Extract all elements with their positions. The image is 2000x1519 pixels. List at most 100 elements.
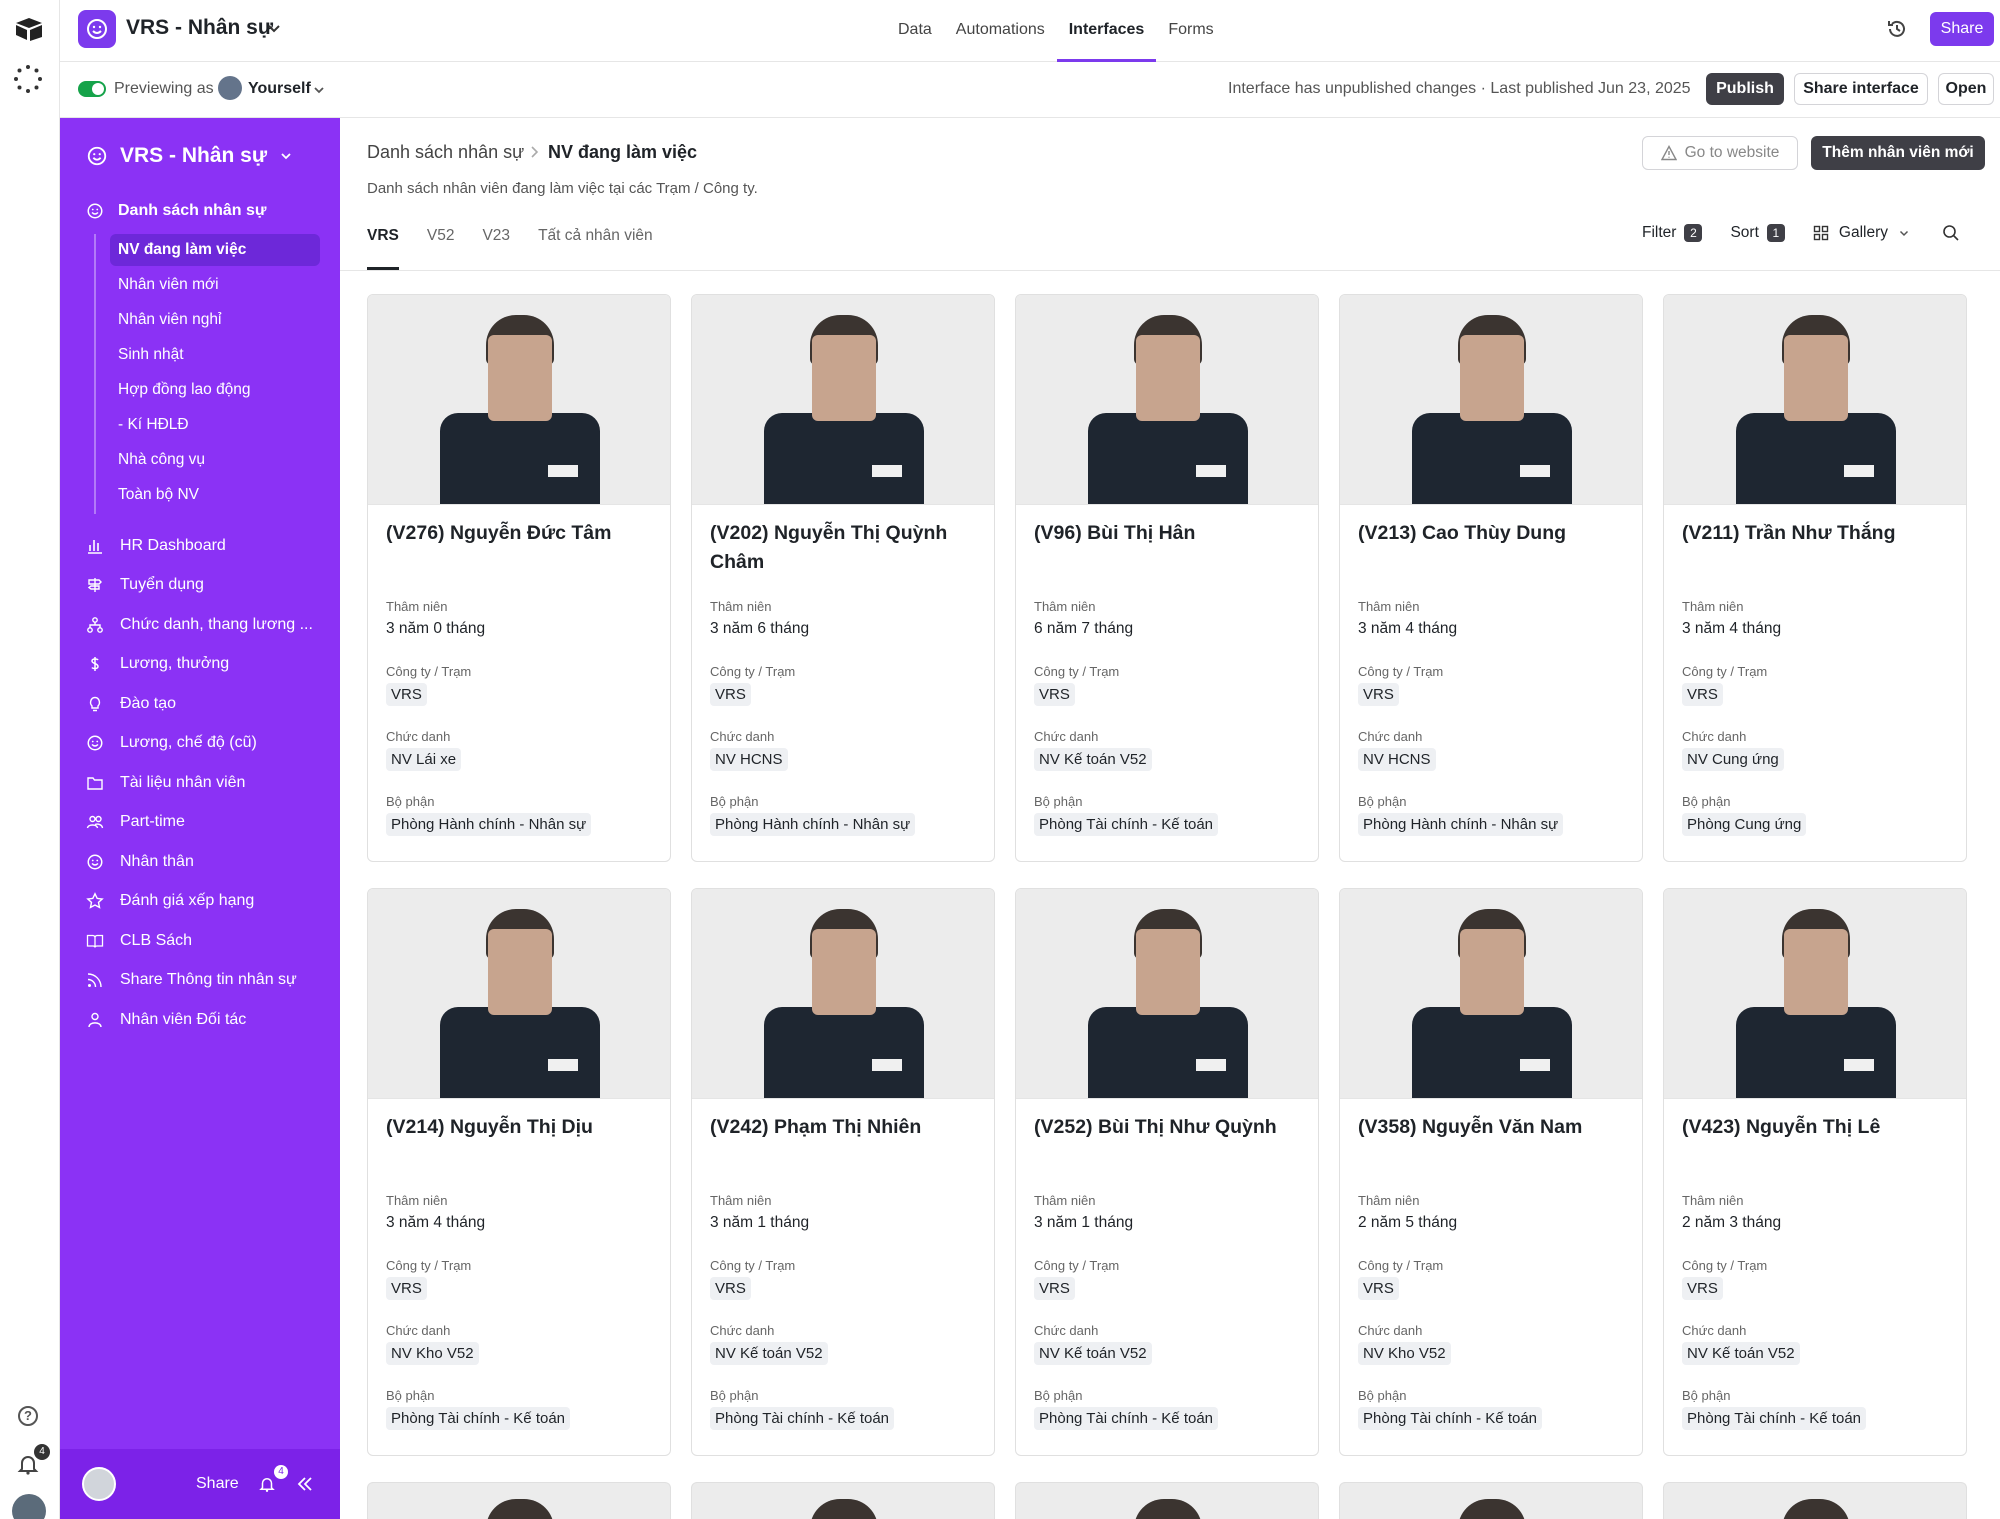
company-label: Công ty / Trạm [1682,1258,1768,1273]
employee-card[interactable]: (V211) Trần Như Thắng Thâm niên 3 năm 4 … [1663,294,1967,862]
sidebar-item-personal-info[interactable]: Nhân thân [86,842,326,882]
help-icon[interactable]: ? [18,1406,38,1426]
top-nav-tabs: Data Automations Interfaces Forms [886,0,1226,62]
employee-card-partial[interactable] [691,1482,995,1519]
filter-button[interactable]: Filter 2 [1642,224,1703,242]
tab-interfaces[interactable]: Interfaces [1056,0,1157,62]
airtable-logo-icon[interactable] [14,16,44,42]
employee-card-partial[interactable] [1663,1482,1967,1519]
sidebar-share-button[interactable]: Share [196,1475,239,1493]
employee-card[interactable]: (V213) Cao Thùy Dung Thâm niên 3 năm 4 t… [1339,294,1643,862]
tab-v23[interactable]: V23 [482,218,510,270]
employee-photo [1664,889,1966,1099]
employee-card-partial[interactable] [1015,1482,1319,1519]
previewing-as-label: Previewing as [114,80,214,97]
tab-all-employees[interactable]: Tất cả nhân viên [538,218,653,270]
share-interface-button[interactable]: Share interface [1794,73,1928,105]
seniority-value: 3 năm 1 tháng [710,1214,810,1231]
user-avatar[interactable] [82,1467,116,1501]
employee-card[interactable]: (V252) Bùi Thị Như Quỳnh Thâm niên 3 năm… [1015,888,1319,1456]
sidebar-item-employee-documents[interactable]: Tài liệu nhân viên [86,763,326,803]
sidebar-sub-new-employees[interactable]: Nhân viên mới [110,269,320,301]
open-button[interactable]: Open [1938,73,1994,105]
sidebar-item-partner-employees[interactable]: Nhân viên Đối tác [86,1000,326,1040]
sidebar-sub-all-employees[interactable]: Toàn bộ NV [110,479,320,511]
sidebar-sub-resigned[interactable]: Nhân viên nghỉ [110,304,320,336]
seniority-label: Thâm niên [1358,1193,1420,1208]
history-icon[interactable] [1886,18,1908,40]
tab-vrs[interactable]: VRS [367,218,399,270]
employee-name: (V213) Cao Thùy Dung [1358,522,1567,544]
employee-card[interactable]: (V214) Nguyễn Thị Dịu Thâm niên 3 năm 4 … [367,888,671,1456]
book-icon [86,934,104,948]
notification-count-badge: 4 [34,1444,50,1460]
tab-automations[interactable]: Automations [944,0,1057,62]
employee-card[interactable]: (V423) Nguyễn Thị Lê Thâm niên 2 năm 3 t… [1663,888,1967,1456]
tab-v52[interactable]: V52 [427,218,455,270]
company-label: Công ty / Trạm [386,664,472,679]
add-employee-button[interactable]: Thêm nhân viên mới [1811,136,1985,170]
sidebar-sub-sign-contract[interactable]: - Kí HĐLĐ [110,409,320,441]
sidebar-item-book-club[interactable]: CLB Sách [86,921,326,961]
department-tag: Phòng Tài chính - Kế toán [1682,1407,1867,1430]
notifications-bell-icon[interactable] [258,1475,276,1493]
chevron-down-icon[interactable] [279,149,293,163]
employee-card[interactable]: (V242) Phạm Thị Nhiên Thâm niên 3 năm 1 … [691,888,995,1456]
sidebar-item-hr-dashboard[interactable]: HR Dashboard [86,526,326,566]
chevron-down-icon[interactable] [266,20,282,36]
sidebar-sub-active-employees[interactable]: NV đang làm việc [110,234,320,266]
employee-card[interactable]: (V276) Nguyễn Đức Tâm Thâm niên 3 năm 0 … [367,294,671,862]
sidebar-sub-birthdays[interactable]: Sinh nhật [110,339,320,371]
sidebar-item-salary-bonus[interactable]: Lương, thưởng [86,645,326,685]
sidebar-item-part-time[interactable]: Part-time [86,803,326,843]
department-label: Bộ phận [710,1388,759,1403]
employee-card-partial[interactable] [367,1482,671,1519]
title-tag: NV Kế toán V52 [1682,1342,1800,1365]
sidebar-item-share-hr-info[interactable]: Share Thông tin nhân sự [86,961,326,1001]
employee-photo [1664,295,1966,505]
sidebar-header[interactable]: VRS - Nhân sự [86,144,293,168]
search-icon[interactable] [1942,224,1960,242]
app-icon[interactable] [78,10,116,48]
sidebar-item-old-salary-policy[interactable]: Lương, chế độ (cũ) [86,724,326,764]
employee-name: (V214) Nguyễn Thị Dịu [386,1116,593,1138]
seniority-label: Thâm niên [386,1193,448,1208]
seniority-value: 2 năm 3 tháng [1682,1214,1782,1231]
account-avatar[interactable] [12,1494,46,1519]
chevron-down-icon[interactable] [312,83,326,97]
title-tag: NV Cung ứng [1682,748,1784,771]
sort-button[interactable]: Sort 1 [1730,224,1785,242]
tab-forms[interactable]: Forms [1156,0,1225,62]
collapse-sidebar-icon[interactable] [296,1475,314,1493]
publish-button[interactable]: Publish [1706,73,1784,105]
sidebar-sub-contracts[interactable]: Hợp đồng lao động [110,374,320,406]
go-to-website-button[interactable]: Go to website [1642,136,1798,170]
view-type-select[interactable]: Gallery [1813,224,1910,242]
tab-data[interactable]: Data [886,0,944,62]
seniority-label: Thâm niên [1358,599,1420,614]
warning-icon [1660,145,1677,161]
sidebar-sub-housing[interactable]: Nhà công vụ [110,444,320,476]
employee-card-partial[interactable] [1339,1482,1643,1519]
app-title[interactable]: VRS - Nhân sự [126,16,273,40]
loading-icon [14,65,42,93]
notification-count-badge: 4 [274,1465,288,1479]
preview-toggle[interactable] [78,81,106,97]
seniority-value: 3 năm 1 tháng [1034,1214,1134,1231]
employee-card[interactable]: (V96) Bùi Thị Hân Thâm niên 6 năm 7 thán… [1015,294,1319,862]
share-button[interactable]: Share [1930,12,1994,46]
employee-card[interactable]: (V202) Nguyễn Thị Quỳnh Châm Thâm niên 3… [691,294,995,862]
sidebar-section-label: Danh sách nhân sự [118,202,267,219]
employee-card[interactable]: (V358) Nguyễn Văn Nam Thâm niên 2 năm 5 … [1339,888,1643,1456]
department-tag: Phòng Tài chính - Kế toán [386,1407,571,1430]
breadcrumb-parent[interactable]: Danh sách nhân sự [367,142,524,163]
sidebar-item-titles-salary-scale[interactable]: Chức danh, thang lương ... [86,605,326,645]
sidebar-item-training[interactable]: Đào tạo [86,684,326,724]
sidebar-section-employee-list[interactable]: Danh sách nhân sự [86,202,267,220]
sidebar-item-ranking-review[interactable]: Đánh giá xếp hạng [86,882,326,922]
title-label: Chức danh [1034,1323,1099,1338]
preview-user-select[interactable]: Yourself [248,80,311,98]
sidebar-item-recruitment[interactable]: Tuyển dụng [86,566,326,606]
company-tag: VRS [386,683,427,706]
department-label: Bộ phận [1682,1388,1731,1403]
